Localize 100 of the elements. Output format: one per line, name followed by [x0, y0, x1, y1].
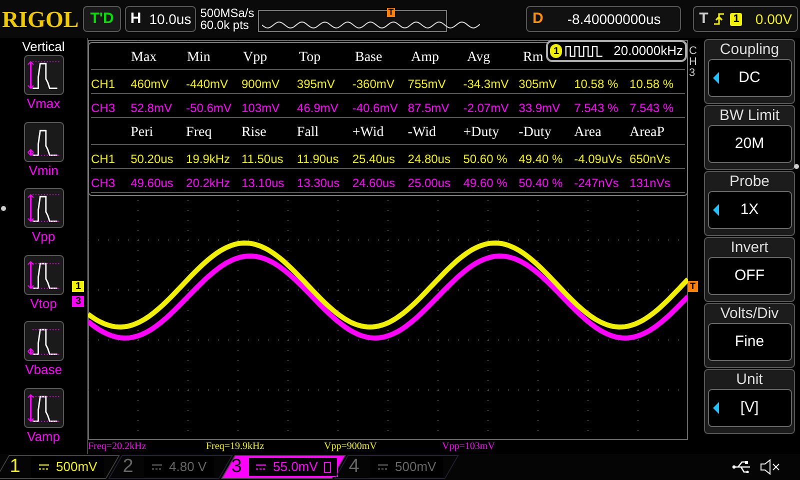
menu-softkey[interactable]: Unit [V]	[704, 369, 795, 434]
channel-number: 2	[122, 456, 134, 478]
table-cell-text: -4.09uVs	[574, 151, 624, 168]
column-header: Top	[299, 50, 321, 65]
table-cell-text: 49.40 %	[518, 151, 564, 168]
sample-rate: 500MSa/s	[200, 7, 254, 19]
table-cell-text: 50.60 %	[463, 151, 508, 168]
usb-icon	[732, 461, 752, 473]
dc-coupling-icon	[38, 463, 50, 471]
measurement-readout: Freq=20.2kHz	[88, 441, 148, 453]
menu-softkey[interactable]: Probe 1X	[704, 171, 795, 236]
table-cell-text: 52.8mV	[130, 100, 173, 117]
channel-tab[interactable]: 1 500mV	[0, 455, 120, 479]
menu-softkey[interactable]: Coupling DC	[704, 39, 795, 104]
channel-offset-marker[interactable]: 3	[72, 296, 84, 307]
column-header: -Wid	[408, 125, 436, 140]
dc-coupling-icon	[151, 463, 163, 471]
table-cell-text: 46.9mV	[296, 100, 340, 117]
bandwidth-limit-icon	[324, 462, 331, 472]
measurement-readout: Vpp=103mV	[442, 441, 496, 453]
table-cell-text: 103mV	[241, 100, 280, 117]
menu-title: Vertical	[22, 39, 65, 55]
table-cell-text: 13.10us	[241, 175, 286, 192]
left-arrow-icon	[712, 402, 718, 414]
column-header: Fall	[296, 125, 319, 140]
table-cell-text: 11.50us	[241, 151, 284, 168]
channel-number: 3	[230, 456, 243, 478]
column-header: Rm	[523, 50, 544, 65]
table-cell-text: 50.40 %	[518, 175, 564, 192]
softkey-value: 20M	[734, 134, 764, 154]
table-cell-text: 20.2kHz	[186, 175, 232, 192]
delay-display[interactable]: D -8.40000000us	[526, 6, 682, 32]
menu-channel-label: CH3	[689, 46, 698, 79]
column-header: Area	[574, 125, 602, 140]
timebase-value: 10.0us	[149, 10, 192, 28]
channel-tab[interactable]: 2 4.80 V	[108, 455, 233, 479]
column-header: Rise	[241, 125, 266, 140]
table-cell-text: 131nVs	[630, 175, 672, 192]
channel-tab[interactable]: 4 500mV	[334, 455, 459, 479]
table-cell-text: -50.6mV	[186, 100, 232, 117]
channel-label: CH1	[91, 76, 116, 93]
channel-scale: 500mV	[56, 458, 98, 476]
left-arrow-icon	[712, 204, 718, 216]
measurement-label: Vmax	[26, 95, 60, 113]
trigger-level: 0.00V	[755, 10, 792, 28]
table-cell-text: 460mV	[130, 76, 170, 93]
column-header: Avg	[467, 50, 490, 65]
table-cell-text: 10.58 %	[630, 76, 675, 93]
table-cell-text: 33.9mV	[518, 100, 562, 117]
square-wave-icon	[565, 44, 605, 58]
trigger-display[interactable]: T 1 0.00V	[693, 6, 798, 32]
column-header: -Duty	[518, 125, 552, 140]
trigger-label: T	[699, 8, 708, 29]
counter-source: 1	[550, 44, 562, 58]
horizontal-scale[interactable]: H 10.0us	[125, 6, 196, 32]
channel-scale: 500mV	[395, 458, 436, 476]
table-cell-text: 650nVs	[630, 151, 672, 168]
softkey-value: DC	[738, 68, 760, 88]
table-cell-text: 49.60 %	[463, 175, 508, 192]
trigger-level-marker[interactable]: T	[688, 281, 698, 292]
muted-speaker-icon	[760, 459, 780, 475]
measurement-button[interactable]	[24, 122, 64, 162]
table-cell-text: -2.07mV	[463, 100, 510, 117]
page-indicator	[1, 206, 6, 211]
horizontal-label: H	[130, 8, 142, 29]
measurement-button[interactable]	[24, 321, 64, 361]
table-cell-text: 10.58 %	[574, 76, 620, 93]
channel-label: CH3	[91, 175, 116, 192]
softkey-title: Invert	[730, 238, 768, 257]
table-cell-text: 19.9kHz	[186, 151, 232, 168]
softkey-value: OFF	[734, 266, 764, 286]
run-status: T'D	[82, 6, 122, 32]
table-cell-text: 900mV	[241, 76, 280, 93]
measurement-label: Vbase	[25, 361, 62, 379]
menu-softkey[interactable]: BW Limit 20M	[704, 105, 795, 170]
measurement-button[interactable]	[24, 55, 64, 95]
table-cell-text: 11.90us	[296, 151, 340, 168]
measurement-button[interactable]	[24, 188, 64, 228]
table-cell-text: 50.20us	[130, 151, 174, 168]
measurement-button[interactable]	[24, 254, 64, 294]
softkey-title: Unit	[736, 370, 763, 389]
channel-tab[interactable]: 3 55.0mV	[221, 455, 346, 479]
column-header: Base	[355, 50, 382, 65]
channel-label: CH1	[91, 151, 116, 168]
column-header: +Wid	[352, 125, 384, 140]
measurement-readout: Freq=19.9kHz	[206, 441, 266, 453]
measurement-label: Vamp	[27, 428, 60, 446]
channel-number: 1	[8, 456, 22, 478]
measurement-label: Vpp	[32, 228, 56, 246]
menu-softkey[interactable]: Volts/Div Fine	[704, 303, 795, 368]
table-cell-text: -40.6mV	[352, 100, 399, 117]
softkey-value: [V]	[740, 398, 759, 418]
column-header: Peri	[130, 125, 154, 140]
column-header: AreaP	[630, 125, 665, 140]
column-header: Vpp	[243, 50, 268, 65]
channel-offset-marker[interactable]: 1	[72, 281, 84, 292]
menu-softkey[interactable]: Invert OFF	[704, 237, 795, 302]
table-cell-text: -34.3mV	[463, 76, 510, 93]
left-arrow-icon	[712, 72, 718, 84]
measurement-button[interactable]	[24, 388, 64, 428]
